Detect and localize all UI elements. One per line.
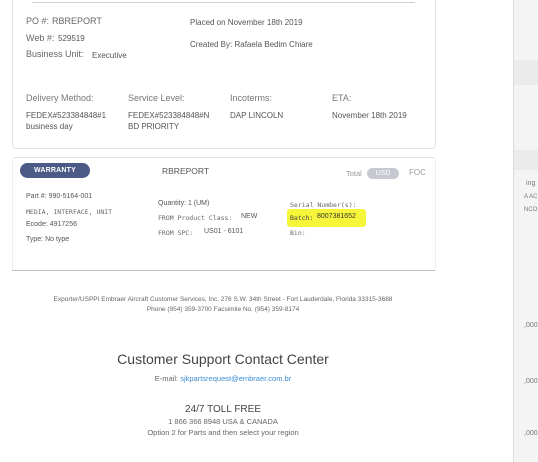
- web-value: 529519: [58, 34, 85, 43]
- service-level-line1: FEDEX#523384848#N: [128, 111, 210, 120]
- email-line: E-mail: sjkpartsrequest@embraer.com.br: [0, 374, 446, 383]
- bin-label: Bin:: [290, 229, 306, 237]
- po-value: RBREPORT: [52, 16, 102, 26]
- part-description: MEDIA, INTERFACE, UNIT: [26, 208, 113, 216]
- email-label: E-mail:: [154, 374, 179, 383]
- po-label: PO #:: [26, 16, 50, 26]
- delivery-method-line2: business day: [26, 122, 73, 131]
- side-panel-text: ,000: [524, 430, 538, 437]
- eta-label: ETA:: [332, 93, 352, 103]
- batch-value: 8007381652: [317, 213, 356, 220]
- toll-free-note: Option 2 for Parts and then select your …: [147, 428, 299, 437]
- item-type: Type: No type: [26, 236, 70, 243]
- incoterms-label: Incoterms:: [230, 93, 273, 103]
- side-panel-text: ing: [526, 180, 536, 187]
- background-side-panel: [513, 0, 538, 462]
- total-label: Total: [346, 169, 362, 178]
- service-level-line2: BD PRIORITY: [128, 122, 180, 131]
- phone-fax: Phone (954) 359-3700 Facsimile No. (954)…: [146, 306, 300, 313]
- product-class-value: NEW: [241, 213, 258, 220]
- placed-date: Placed on November 18th 2019: [190, 18, 303, 27]
- quantity: Quantity: 1 (UM): [158, 200, 210, 207]
- part-number: Part #: 990-5164-001: [26, 193, 93, 200]
- email-link[interactable]: sjkpartsrequest@embraer.com.br: [180, 374, 291, 383]
- delivery-method-label: Delivery Method:: [26, 93, 94, 103]
- side-panel-band: [514, 150, 538, 170]
- toll-free-number: 1 866 366 8948 USA & CANADA: [168, 417, 278, 426]
- batch-label: Batch:: [290, 214, 314, 222]
- exporter-address: Exporter/USPPI Embraer Aircraft Customer…: [53, 296, 393, 303]
- currency-usd-toggle[interactable]: USD: [367, 168, 399, 179]
- product-class-label: FROM Product Class:: [158, 214, 233, 222]
- side-panel-text: NCO: [524, 207, 538, 213]
- incoterms-value: DAP LINCOLN: [230, 111, 284, 120]
- warranty-badge: WARRANTY: [20, 163, 90, 178]
- business-unit-label: Business Unit:: [26, 49, 84, 59]
- web-label: Web #:: [26, 33, 55, 43]
- spc-value: US01 - 6101: [204, 228, 244, 235]
- side-panel-text: ,000: [524, 322, 538, 329]
- eta-value: November 18th 2019: [332, 111, 407, 120]
- toll-free-title: 24/7 TOLL FREE: [185, 404, 261, 415]
- spc-label: FROM SPC:: [158, 229, 194, 237]
- business-unit-value: Executive: [92, 51, 127, 60]
- currency-foc-toggle[interactable]: FOC: [409, 168, 426, 177]
- created-by: Created By: Rafaela Bedim Chiare: [190, 40, 313, 49]
- item-report-name: RBREPORT: [162, 166, 210, 176]
- side-panel-band: [514, 60, 538, 85]
- side-panel-text: ,000: [524, 378, 538, 385]
- delivery-method-line1: FEDEX#523384848#1: [26, 111, 107, 120]
- side-panel-text: A AC: [524, 194, 538, 200]
- service-level-label: Service Level:: [128, 93, 185, 103]
- top-divider: [32, 2, 415, 3]
- serial-number-label: Serial Number(s):: [290, 201, 357, 209]
- contact-center-title: Customer Support Contact Center: [117, 351, 329, 367]
- ecode: Ecode: 4917256: [26, 221, 77, 228]
- section-divider: [12, 270, 435, 271]
